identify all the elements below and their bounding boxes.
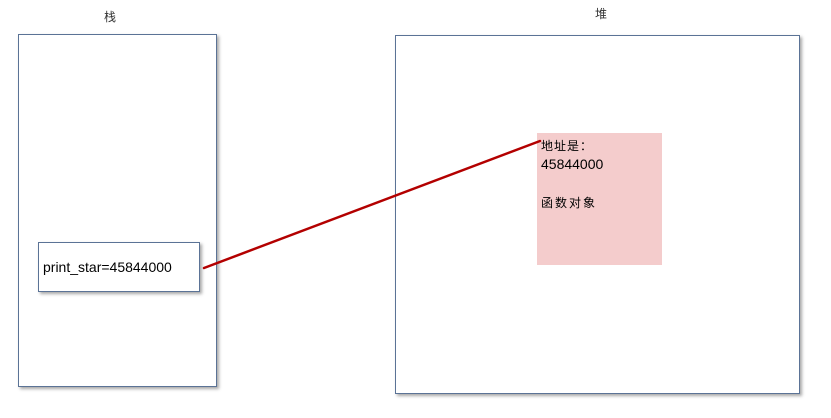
heap-title: 堆 bbox=[595, 7, 608, 21]
object-address-label: 地址是： bbox=[541, 139, 594, 153]
stack-title: 栈 bbox=[104, 10, 117, 24]
stack-variable-label: print_star=45844000 bbox=[43, 259, 172, 275]
stack-region bbox=[18, 34, 217, 387]
object-kind-label: 函数对象 bbox=[541, 196, 598, 210]
stack-variable: print_star=45844000 bbox=[38, 242, 200, 292]
object-address-value: 45844000 bbox=[541, 156, 604, 172]
memory-diagram: 栈 堆 地址是： 45844000 函数对象 print_star=458440… bbox=[0, 0, 831, 418]
function-object: 地址是： 45844000 函数对象 bbox=[537, 133, 662, 265]
